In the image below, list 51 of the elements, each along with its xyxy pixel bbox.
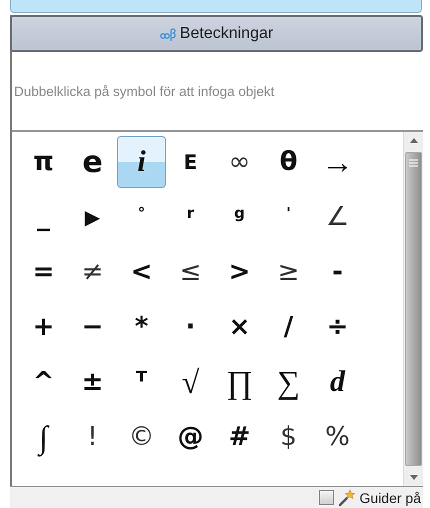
- symbol-button[interactable]: @: [166, 411, 215, 463]
- symbol-button[interactable]: <: [117, 246, 166, 298]
- symbol-button[interactable]: ≤: [166, 246, 215, 298]
- symbol-button[interactable]: %: [313, 411, 362, 463]
- symbol-button[interactable]: -: [313, 246, 362, 298]
- symbol-button[interactable]: $: [264, 411, 313, 463]
- guides-label: Guider på: [360, 490, 421, 506]
- symbol-button[interactable]: ∫: [19, 411, 68, 463]
- symbol-button[interactable]: ×: [215, 301, 264, 353]
- symbol-button[interactable]: ∑: [264, 356, 313, 408]
- symbol-button[interactable]: >: [215, 246, 264, 298]
- symbol-button[interactable]: ∞: [215, 136, 264, 188]
- symbol-button[interactable]: ∠: [313, 191, 362, 243]
- symbol-button[interactable]: ·: [166, 301, 215, 353]
- symbol-button[interactable]: ≠: [68, 246, 117, 298]
- symbol-button[interactable]: #: [215, 411, 264, 463]
- symbol-button[interactable]: °: [117, 191, 166, 243]
- symbol-button[interactable]: ': [264, 191, 313, 243]
- symbol-button[interactable]: +: [19, 301, 68, 353]
- symbol-button[interactable]: r: [166, 191, 215, 243]
- symbol-button[interactable]: ∏: [215, 356, 264, 408]
- scroll-thumb[interactable]: [405, 152, 422, 466]
- symbol-button[interactable]: =: [19, 246, 68, 298]
- symbol-button[interactable]: θ: [264, 136, 313, 188]
- symbol-button[interactable]: d: [313, 356, 362, 408]
- symbol-button[interactable]: *: [117, 301, 166, 353]
- symbol-button[interactable]: π: [19, 136, 68, 188]
- symbol-button[interactable]: _: [19, 191, 68, 243]
- symbol-button[interactable]: −: [68, 301, 117, 353]
- guides-checkbox[interactable]: [318, 490, 334, 505]
- grip-icon: [409, 159, 418, 167]
- symbol-button[interactable]: i: [117, 136, 166, 188]
- symbol-button[interactable]: ▶: [68, 191, 117, 243]
- symbols-icon: [160, 26, 176, 40]
- symbol-button[interactable]: e: [68, 136, 117, 188]
- symbol-button[interactable]: ≥: [264, 246, 313, 298]
- symbol-button[interactable]: ^: [19, 356, 68, 408]
- symbol-button[interactable]: !: [68, 411, 117, 463]
- symbol-button[interactable]: g: [215, 191, 264, 243]
- symbol-button[interactable]: E: [166, 136, 215, 188]
- magic-wand-icon: [338, 488, 356, 506]
- symbol-button[interactable]: ±: [68, 356, 117, 408]
- notation-button[interactable]: Beteckningar: [10, 15, 423, 52]
- symbol-button[interactable]: ÷: [313, 301, 362, 353]
- symbol-button[interactable]: ©: [117, 411, 166, 463]
- symbol-button[interactable]: /: [264, 301, 313, 353]
- symbol-button[interactable]: →: [313, 136, 362, 188]
- symbol-button[interactable]: ᵀ: [117, 356, 166, 408]
- scrollbar[interactable]: [403, 132, 423, 486]
- symbol-button[interactable]: √: [166, 356, 215, 408]
- hint-text: Dubbelklicka på symbol för att infoga objekt: [13, 82, 276, 101]
